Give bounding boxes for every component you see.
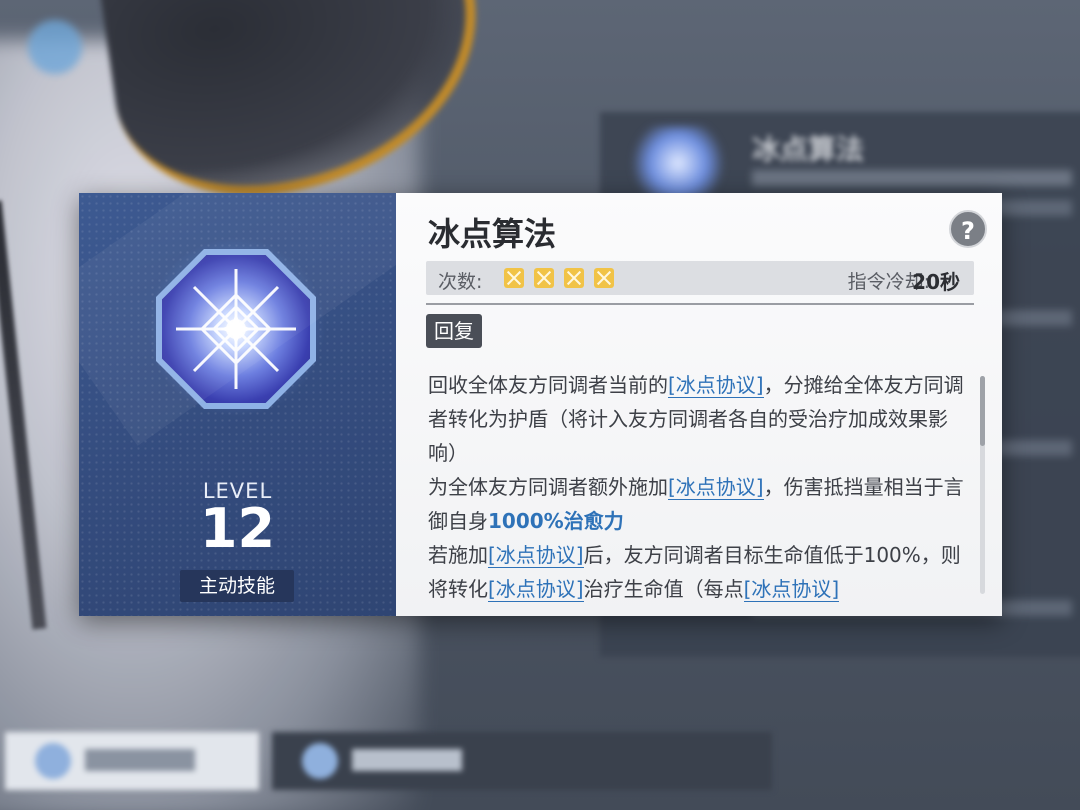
keyword-link[interactable]: [冰点协议] (668, 373, 764, 398)
button-text (85, 749, 195, 771)
crossed-swords-icon (504, 268, 524, 288)
skill-icon-panel: LEVEL 12 主动技能 (79, 193, 396, 616)
keyword-link[interactable]: [冰点协议] (743, 577, 840, 602)
description-paragraph: 若施加[冰点协议]后，友方同调者目标生命值低于100%，则将转化[冰点协议]治疗… (428, 538, 968, 606)
description-text: 治疗生命值（每点 (583, 577, 744, 601)
button-icon (302, 743, 338, 779)
highlight-value: 1000%治愈力 (488, 509, 624, 533)
description-paragraph: 回收全体友方同调者当前的[冰点协议]，分摊给全体友方同调者转化为护盾（将计入友方… (428, 368, 968, 470)
uses-label: 次数: (438, 271, 483, 293)
uses-icons (504, 268, 614, 288)
keyword-link[interactable]: [冰点协议] (668, 475, 764, 500)
skill-info-panel: 冰点算法 ? 次数: 指令冷却: 20秒 回复 回收全体友方同调者当前的[冰点协… (396, 193, 1002, 616)
skill-type-badge: 主动技能 (180, 570, 294, 602)
description-paragraph: 为全体友方同调者额外施加[冰点协议]，伤害抵挡量相当于言御自身1000%治愈力 (428, 470, 968, 538)
snowflake-icon (176, 269, 296, 389)
cooldown-value: 20秒 (912, 270, 960, 294)
skill-tag: 回复 (426, 314, 482, 348)
help-icon (28, 20, 82, 74)
background-panel-text (752, 170, 1072, 186)
snowflake-icon (628, 126, 728, 200)
skill-detail-dialog: LEVEL 12 主动技能 冰点算法 ? 次数: 指令冷却: 20秒 回复 回收… (79, 193, 1002, 616)
crossed-swords-icon (564, 268, 584, 288)
question-mark-icon: ? (961, 217, 975, 245)
skill-name: 冰点算法 (428, 215, 557, 253)
divider (426, 303, 974, 305)
description-text: 若施加 (428, 543, 488, 567)
skill-level: 12 (199, 497, 276, 560)
help-button[interactable]: ? (949, 210, 987, 248)
scrollbar-thumb[interactable] (980, 376, 985, 446)
skill-description[interactable]: 回收全体友方同调者当前的[冰点协议]，分摊给全体友方同调者转化为护盾（将计入友方… (428, 368, 968, 608)
description-scrollbar[interactable] (980, 376, 985, 594)
button-text (352, 749, 462, 771)
description-text: 为全体友方同调者额外施加 (428, 475, 668, 499)
background-button-1 (5, 732, 259, 790)
button-icon (35, 743, 71, 779)
background-button-2 (272, 732, 772, 790)
keyword-link[interactable]: [冰点协议] (488, 577, 584, 602)
skill-stats-bar: 次数: 指令冷却: 20秒 (426, 261, 974, 295)
background-panel-title: 冰点算法 (752, 133, 865, 166)
keyword-link[interactable]: [冰点协议] (488, 543, 584, 568)
crossed-swords-icon (534, 268, 554, 288)
crossed-swords-icon (594, 268, 614, 288)
description-text: 回收全体友方同调者当前的 (428, 373, 668, 397)
